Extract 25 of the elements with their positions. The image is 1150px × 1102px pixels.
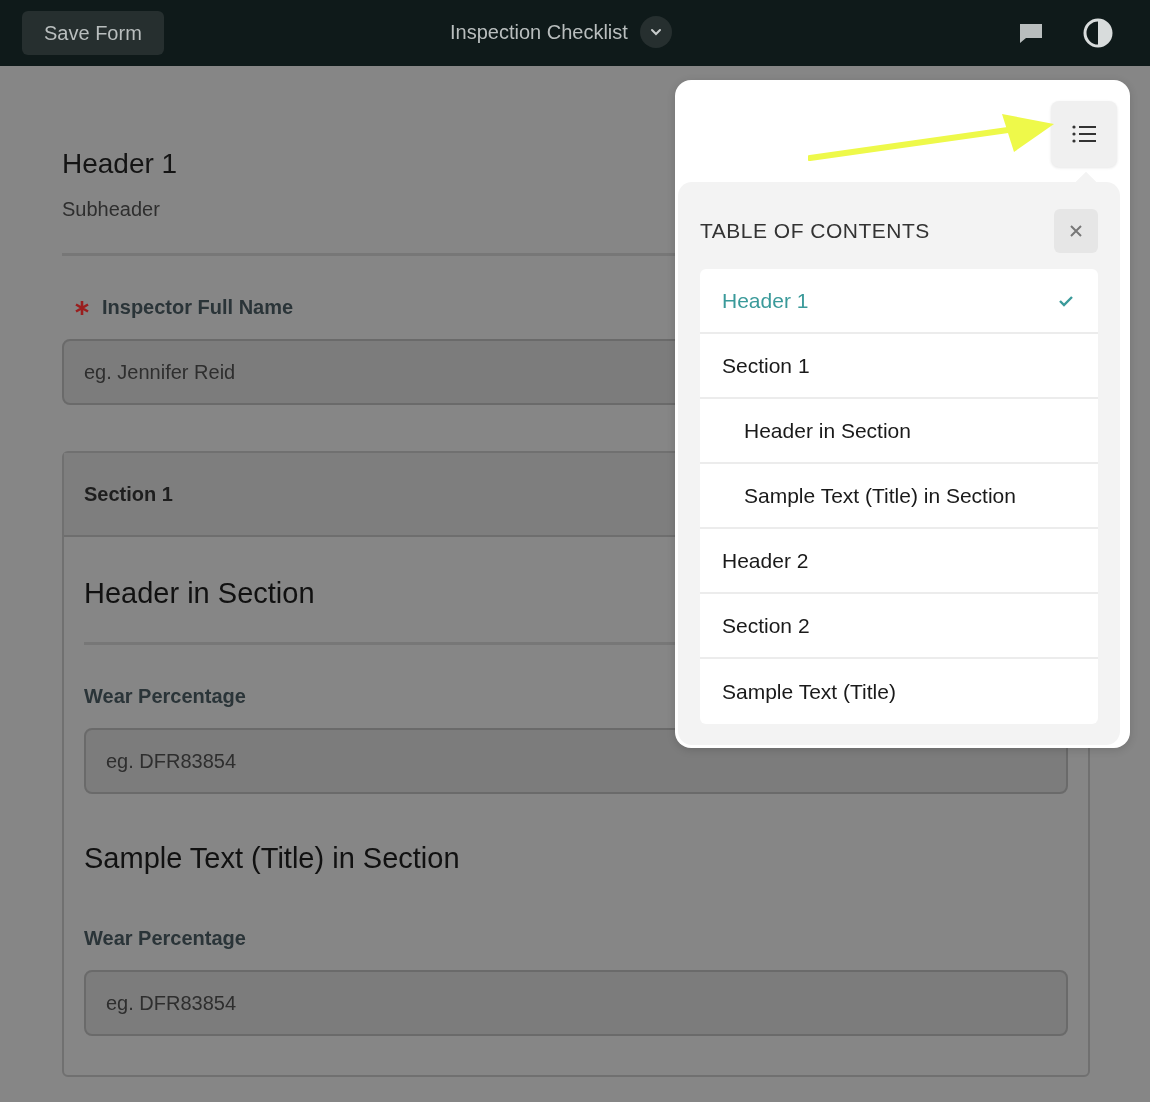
list-icon bbox=[1071, 124, 1097, 144]
toc-item[interactable]: Sample Text (Title) bbox=[700, 659, 1098, 724]
dropdown-button[interactable] bbox=[639, 16, 672, 48]
check-icon bbox=[1058, 294, 1074, 307]
save-form-button[interactable]: Save Form bbox=[22, 11, 164, 55]
toc-item[interactable]: Section 2 bbox=[700, 594, 1098, 659]
toc-item[interactable]: Sample Text (Title) in Section bbox=[700, 464, 1098, 529]
header-title: Header 1 bbox=[62, 148, 179, 180]
toc-item[interactable]: Section 1 bbox=[700, 334, 1098, 399]
section-heading: Sample Text (Title) in Section bbox=[84, 842, 461, 875]
contrast-icon[interactable] bbox=[1082, 17, 1114, 49]
table-of-contents-button[interactable] bbox=[1051, 101, 1117, 167]
field-label: Wear Percentage bbox=[84, 685, 246, 708]
form-title: Inspection Checklist bbox=[450, 20, 628, 44]
chat-icon[interactable] bbox=[1018, 21, 1044, 45]
field-label: Inspector Full Name bbox=[102, 296, 294, 319]
toc-item[interactable]: Header in Section bbox=[700, 399, 1098, 464]
field-label: Wear Percentage bbox=[84, 927, 246, 950]
toc-item[interactable]: Header 2 bbox=[700, 529, 1098, 594]
input-field[interactable]: eg. DFR83854 bbox=[84, 970, 1068, 1036]
toc-title: TABLE OF CONTENTS bbox=[700, 219, 930, 243]
subheader: Subheader bbox=[62, 198, 161, 221]
close-button[interactable] bbox=[1054, 209, 1098, 253]
section-heading: Header in Section bbox=[84, 577, 316, 610]
close-icon bbox=[1068, 223, 1084, 239]
